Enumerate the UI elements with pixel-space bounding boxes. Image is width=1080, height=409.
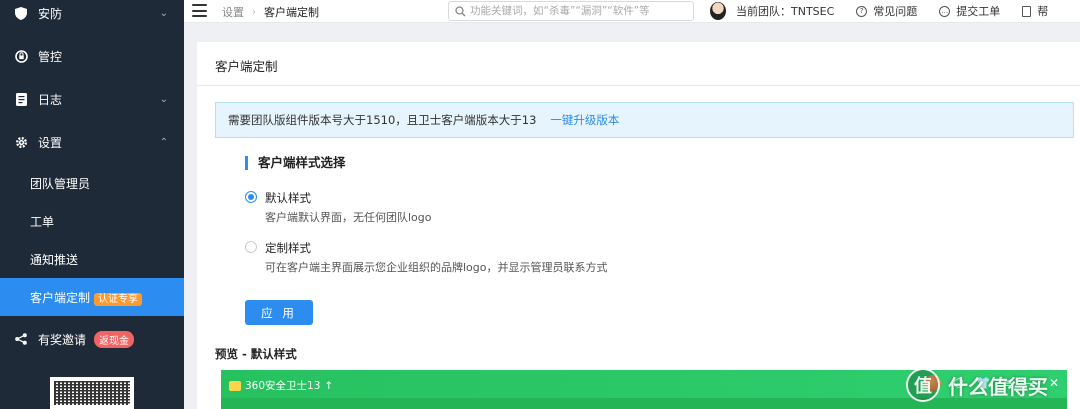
verified-badge: 认证专享: [94, 292, 143, 306]
radio-custom[interactable]: [245, 241, 257, 253]
preview-title: 预览 - 默认样式: [215, 347, 297, 361]
shield-icon: [14, 6, 28, 20]
sidebar-item-label: 管控: [38, 49, 63, 64]
avatar[interactable]: [710, 2, 726, 20]
option-desc: 客户端默认界面，无任何团队logo: [265, 211, 432, 224]
help-label: 帮: [1037, 5, 1049, 18]
page-title: 客户端定制: [215, 59, 278, 74]
chevron-up-icon: ⌃: [159, 136, 168, 148]
ticket-link[interactable]: … 提交工单: [939, 3, 1000, 19]
divider: [197, 85, 1080, 86]
sidebar: 安防 ⌄ 管控 日志 ⌄ 设置 ⌃ 团队管理员 工单 通知推送 客户端定制 认证专…: [0, 0, 184, 409]
option-label: 定制样式: [265, 241, 311, 255]
sidebar-item-ticket[interactable]: 工单: [0, 202, 184, 240]
sidebar-item-guankong[interactable]: 管控: [0, 37, 184, 75]
preview-window-title: 360安全卫士13 ↑: [229, 378, 333, 393]
help-link[interactable]: 帮: [1022, 3, 1048, 19]
chevron-down-icon: ⌄: [159, 7, 168, 19]
faq-label: 常见问题: [873, 5, 918, 18]
sidebar-item-label: 通知推送: [30, 252, 79, 267]
top-bar: 设置 › 客户端定制 当前团队：TNTSEC ? 常见问题 … 提交工单 帮: [184, 0, 1080, 23]
qr-code: [50, 377, 134, 409]
cashback-badge: 返现金: [94, 330, 135, 348]
chevron-down-icon: ⌄: [159, 93, 168, 105]
breadcrumb: 设置 › 客户端定制: [222, 4, 319, 20]
sidebar-item-label: 设置: [38, 135, 63, 150]
share-icon: [14, 332, 28, 346]
option-default[interactable]: 默认样式 客户端默认界面，无任何团队logo: [245, 190, 432, 225]
sidebar-item-label: 安防: [38, 6, 63, 21]
sidebar-item-team-admin[interactable]: 团队管理员: [0, 164, 184, 202]
watermark: 值 什么值得买: [906, 368, 1048, 402]
option-custom[interactable]: 定制样式 可在客户端主界面展示您企业组织的品牌logo，并显示管理员联系方式: [245, 240, 608, 275]
search-input[interactable]: [470, 5, 690, 17]
lock-icon: [14, 49, 28, 63]
sidebar-item-shezhi[interactable]: 设置 ⌃: [0, 123, 184, 161]
menu-toggle-icon[interactable]: [192, 4, 207, 17]
watermark-text: 什么值得买: [948, 374, 1048, 399]
close-icon: ✕: [1048, 376, 1059, 390]
sidebar-item-label: 工单: [30, 214, 55, 229]
main-card: 客户端定制 需要团队版组件版本号大于1510，且卫士客户端版本大于13 一键升级…: [197, 42, 1080, 409]
upgrade-notice: 需要团队版组件版本号大于1510，且卫士客户端版本大于13 一键升级版本: [215, 102, 1074, 138]
radio-default[interactable]: [245, 191, 257, 203]
preview-app-name: 360安全卫士13: [245, 380, 321, 392]
log-icon: [14, 92, 28, 106]
apply-button[interactable]: 应 用: [245, 300, 313, 325]
option-desc: 可在客户端主界面展示您企业组织的品牌logo，并显示管理员联系方式: [265, 261, 608, 274]
document-icon: [1022, 5, 1032, 17]
more-icon: …: [939, 5, 951, 17]
faq-link[interactable]: ? 常见问题: [856, 3, 917, 19]
sidebar-item-notify[interactable]: 通知推送: [0, 240, 184, 278]
upgrade-link[interactable]: 一键升级版本: [550, 112, 619, 128]
sidebar-item-reward[interactable]: 有奖邀请 返现金: [0, 320, 184, 358]
sidebar-item-label: 有奖邀请: [38, 332, 87, 347]
option-label: 默认样式: [265, 191, 311, 205]
breadcrumb-item: 客户端定制: [264, 6, 319, 19]
chevron-right-icon: ›: [252, 6, 256, 18]
breadcrumb-item[interactable]: 设置: [222, 4, 244, 20]
gear-icon: [14, 135, 28, 149]
search-icon: [455, 5, 466, 16]
arrow-up-icon: ↑: [324, 379, 334, 392]
app-logo-icon: [229, 380, 241, 391]
section-title: 客户端样式选择: [245, 156, 346, 170]
header-actions: 当前团队：TNTSEC ? 常见问题 … 提交工单 帮: [710, 2, 1048, 20]
watermark-logo: 值: [906, 368, 940, 402]
sidebar-item-label-wrap: 客户端定制 认证专享: [30, 289, 143, 306]
sidebar-item-client-custom[interactable]: 客户端定制 认证专享: [0, 278, 184, 316]
sidebar-item-label: 客户端定制: [30, 290, 91, 305]
notice-text: 需要团队版组件版本号大于1510，且卫士客户端版本大于13: [228, 113, 537, 127]
sidebar-item-rizhi[interactable]: 日志 ⌄: [0, 80, 184, 118]
sidebar-item-label: 团队管理员: [30, 176, 91, 191]
sidebar-item-anfang[interactable]: 安防 ⌄: [0, 0, 184, 32]
sidebar-item-label-wrap: 有奖邀请 返现金: [38, 330, 135, 348]
question-icon: ?: [856, 5, 868, 17]
current-team[interactable]: 当前团队：TNTSEC: [736, 3, 834, 19]
ticket-label: 提交工单: [956, 5, 1001, 18]
search-box[interactable]: [448, 1, 694, 21]
sidebar-item-label: 日志: [38, 92, 63, 107]
